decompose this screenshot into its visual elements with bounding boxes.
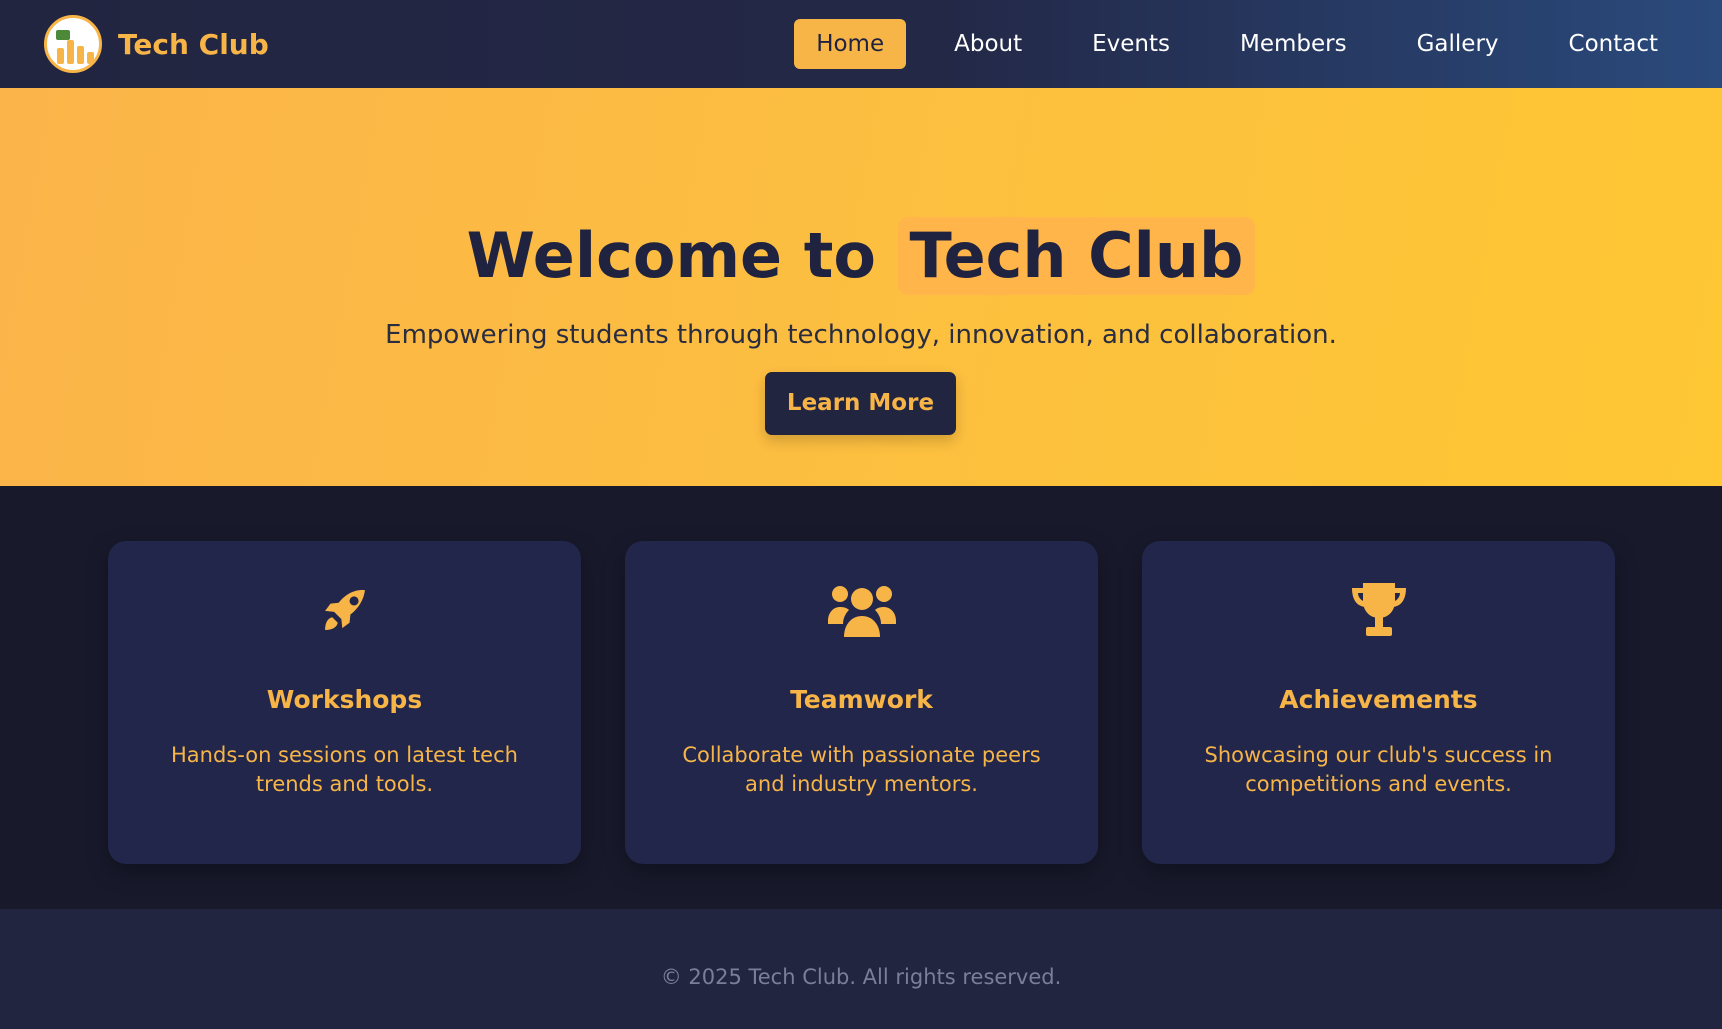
nav-link-members[interactable]: Members (1218, 19, 1369, 69)
feature-text: Showcasing our club's success in competi… (1204, 743, 1553, 796)
feature-text: Collaborate with passionate peers and in… (682, 743, 1041, 796)
features-section: Workshops Hands-on sessions on latest te… (0, 486, 1722, 909)
hero-title-prefix: Welcome to (466, 219, 876, 292)
hero-title-highlight: Tech Club (897, 217, 1256, 295)
nav-link-about[interactable]: About (932, 19, 1044, 69)
footer-copyright: © 2025 Tech Club. All rights reserved. (660, 965, 1062, 989)
feature-title: Teamwork (790, 685, 933, 714)
nav-link-contact[interactable]: Contact (1547, 19, 1680, 69)
nav-link-gallery[interactable]: Gallery (1395, 19, 1521, 69)
feature-card-achievements: Achievements Showcasing our club's succe… (1142, 541, 1615, 864)
trophy-icon (1351, 583, 1406, 636)
feature-title: Achievements (1279, 685, 1478, 714)
club-logo-icon (44, 15, 102, 73)
brand[interactable]: Tech Club (44, 15, 269, 73)
hero-title: Welcome to Tech Club (0, 216, 1722, 296)
learn-more-button[interactable]: Learn More (765, 372, 956, 435)
users-icon (827, 586, 896, 637)
navbar: Tech Club Home About Events Members Gall… (0, 0, 1722, 88)
hero-subtitle: Empowering students through technology, … (385, 320, 1337, 350)
rocket-icon (324, 589, 365, 630)
feature-card-workshops: Workshops Hands-on sessions on latest te… (108, 541, 581, 864)
feature-text: Hands-on sessions on latest tech trends … (171, 743, 518, 796)
feature-card-teamwork: Teamwork Collaborate with passionate pee… (625, 541, 1098, 864)
footer: © 2025 Tech Club. All rights reserved. (0, 909, 1722, 1029)
nav-link-home[interactable]: Home (794, 19, 907, 69)
brand-name: Tech Club (118, 27, 269, 61)
feature-title: Workshops (266, 685, 423, 714)
hero-section: Welcome to Tech Club Empowering students… (0, 88, 1722, 486)
nav-link-events[interactable]: Events (1070, 19, 1192, 69)
main-nav: Home About Events Members Gallery Contac… (794, 19, 1722, 69)
